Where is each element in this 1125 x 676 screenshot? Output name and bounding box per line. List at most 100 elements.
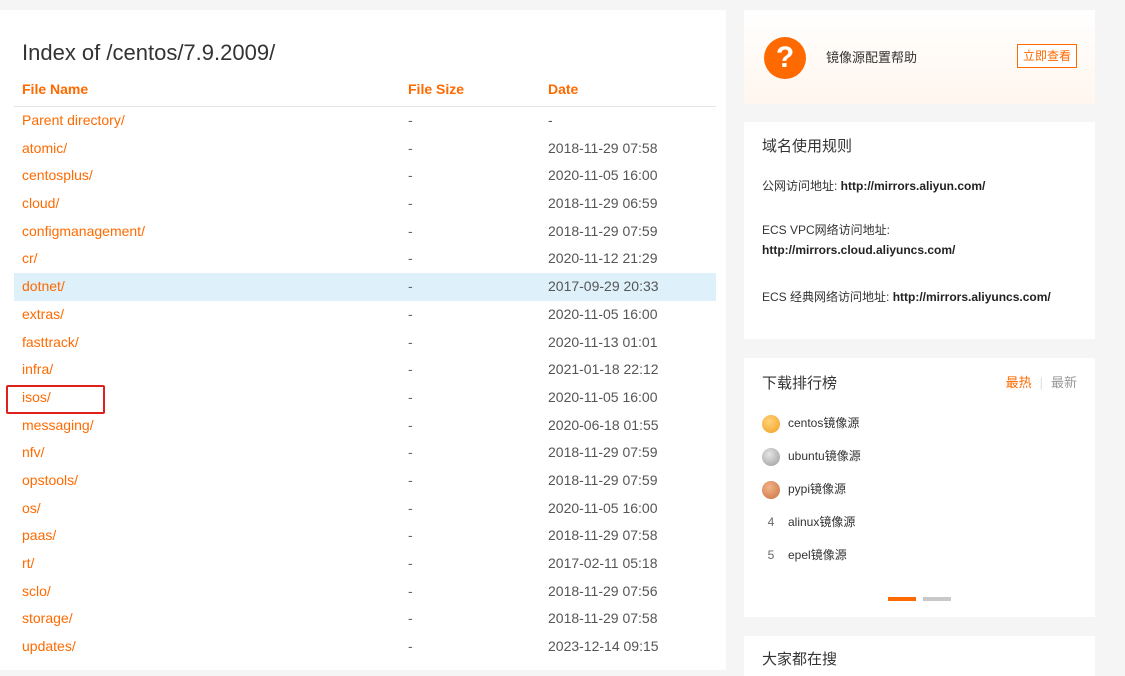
file-name-link[interactable]: atomic/ [22, 135, 67, 163]
file-date-cell: 2017-09-29 20:33 [548, 278, 659, 295]
ranking-item-label: centos镜像源 [788, 416, 860, 430]
table-row: dotnet/ - 2017-09-29 20:33 [14, 273, 716, 301]
file-name-link[interactable]: rt/ [22, 550, 34, 578]
file-date-cell: 2020-11-05 16:00 [548, 305, 658, 322]
file-date-cell: 2020-11-05 16:00 [548, 388, 658, 405]
file-date-cell: 2018-11-29 07:58 [548, 610, 658, 627]
file-date-cell: 2020-06-18 01:55 [548, 416, 659, 433]
table-row: cloud/ - 2018-11-29 06:59 [14, 190, 716, 218]
file-size-cell: - [408, 278, 413, 295]
table-row: storage/ - 2018-11-29 07:58 [14, 605, 716, 633]
pager-dot-active[interactable] [888, 597, 916, 601]
file-date-cell: 2018-11-29 07:58 [548, 527, 658, 544]
table-row: paas/ - 2018-11-29 07:58 [14, 522, 716, 550]
file-name-link[interactable]: centosplus/ [22, 162, 93, 190]
file-size-cell: - [408, 195, 413, 212]
question-icon: ? [764, 37, 806, 79]
file-date-cell: 2018-11-29 07:56 [548, 582, 658, 599]
file-size-cell: - [408, 638, 413, 655]
file-name-link[interactable]: sclo/ [22, 578, 51, 606]
ranking-item-epel[interactable]: 5 epel镜像源 [762, 545, 847, 565]
file-size-cell: - [408, 139, 413, 156]
file-date-cell: 2020-11-13 01:01 [548, 333, 658, 350]
file-size-cell: - [408, 499, 413, 516]
ranking-item-ubuntu[interactable]: ubuntu镜像源 [762, 446, 861, 466]
table-row: infra/ - 2021-01-18 22:12 [14, 356, 716, 384]
help-text: 镜像源配置帮助 [826, 50, 918, 65]
public-access-line: 公网访问地址: http://mirrors.aliyun.com/ [762, 177, 985, 194]
rules-title: 域名使用规则 [762, 138, 853, 155]
file-name-link[interactable]: Parent directory/ [22, 107, 125, 135]
page-title: Index of /centos/7.9.2009/ [22, 40, 276, 65]
file-size-cell: - [408, 555, 413, 571]
table-row: messaging/ - 2020-06-18 01:55 [14, 412, 716, 440]
ranking-item-label: alinux镜像源 [788, 515, 856, 529]
file-name-link[interactable]: nfv/ [22, 439, 45, 467]
file-name-link[interactable]: storage/ [22, 605, 73, 633]
file-name-link[interactable]: extras/ [22, 301, 64, 329]
popular-search-card: 大家都在搜 [744, 636, 1095, 676]
file-size-cell: - [408, 250, 413, 267]
table-row: isos/-2020-11-05 16:00 [14, 384, 716, 412]
table-row: rt/ - 2017-02-11 05:18 [14, 550, 716, 578]
ranking-item-centos[interactable]: centos镜像源 [762, 413, 859, 433]
ranking-item-alinux[interactable]: 4 alinux镜像源 [762, 512, 856, 532]
gold-medal-icon [762, 414, 780, 433]
file-date-cell: 2018-11-29 07:59 [548, 444, 658, 461]
file-name-link[interactable]: cloud/ [22, 190, 59, 218]
tab-separator: | [1039, 375, 1043, 390]
table-row: fasttrack/ - 2020-11-13 01:01 [14, 329, 716, 357]
column-header-size[interactable]: File Size [408, 78, 464, 100]
column-header-name[interactable]: File Name [22, 78, 88, 100]
file-name-link[interactable]: dotnet/ [22, 273, 65, 301]
table-row: cr/ - 2020-11-12 21:29 [14, 245, 716, 273]
table-row: updates/ - 2023-12-14 09:15 [14, 633, 716, 661]
file-date-cell: 2020-11-05 16:00 [548, 167, 658, 184]
file-name-link[interactable]: configmanagement/ [22, 218, 145, 246]
file-name-link[interactable]: updates/ [22, 633, 76, 661]
popular-search-title: 大家都在搜 [762, 651, 838, 668]
file-size-cell: - [408, 112, 413, 128]
file-name-link[interactable]: os/ [22, 495, 41, 523]
public-access-label: 公网访问地址: [762, 179, 841, 193]
ranking-number: 5 [767, 548, 775, 562]
file-size-cell: - [408, 361, 413, 378]
column-header-date[interactable]: Date [548, 78, 578, 100]
file-name-link[interactable]: infra/ [22, 356, 53, 384]
annotation-highlight-box [6, 385, 105, 414]
file-name-link[interactable]: fasttrack/ [22, 329, 79, 357]
ranking-item-pypi[interactable]: pypi镜像源 [762, 479, 846, 499]
file-date-cell: 2020-11-12 21:29 [548, 250, 658, 267]
table-row: Parent directory/ - - [14, 107, 716, 135]
tab-newest[interactable]: 最新 [1051, 375, 1077, 390]
classic-access-url[interactable]: http://mirrors.aliyuncs.com/ [893, 290, 1051, 304]
file-size-cell: - [408, 610, 413, 627]
file-size-cell: - [408, 444, 413, 461]
table-row: configmanagement/ - 2018-11-29 07:59 [14, 218, 716, 246]
file-date-cell: 2018-11-29 06:59 [548, 195, 658, 212]
silver-medal-icon [762, 447, 780, 466]
ranking-item-label: epel镜像源 [788, 548, 847, 562]
domain-rules-card: 域名使用规则 公网访问地址: http://mirrors.aliyun.com… [744, 122, 1095, 339]
bronze-medal-icon [762, 480, 780, 499]
view-now-button[interactable]: 立即查看 [1016, 44, 1077, 68]
table-row: opstools/ - 2018-11-29 07:59 [14, 467, 716, 495]
file-date-cell: 2021-01-18 22:12 [548, 361, 659, 378]
public-access-url[interactable]: http://mirrors.aliyun.com/ [841, 179, 986, 193]
file-date-cell: 2018-11-29 07:59 [548, 471, 658, 488]
file-size-cell: - [408, 582, 413, 599]
vpc-access-url-line: http://mirrors.cloud.aliyuncs.com/ [762, 243, 955, 257]
vpc-access-url[interactable]: http://mirrors.cloud.aliyuncs.com/ [762, 243, 955, 257]
tab-hottest[interactable]: 最热 [1006, 375, 1032, 390]
file-date-cell: 2020-11-05 16:00 [548, 499, 658, 516]
download-ranking-card: 下载排行榜 最热 | 最新 centos镜像源 ubuntu镜像源 pypi镜像源 … [744, 358, 1095, 617]
file-name-link[interactable]: opstools/ [22, 467, 78, 495]
file-name-link[interactable]: messaging/ [22, 412, 94, 440]
file-name-link[interactable]: cr/ [22, 245, 38, 273]
file-name-link[interactable]: paas/ [22, 522, 56, 550]
file-size-cell: - [408, 471, 413, 488]
file-size-cell: - [408, 416, 413, 433]
file-date-cell: 2023-12-14 09:15 [548, 638, 659, 655]
file-size-cell: - [408, 167, 413, 184]
pager-dot[interactable] [923, 597, 951, 601]
